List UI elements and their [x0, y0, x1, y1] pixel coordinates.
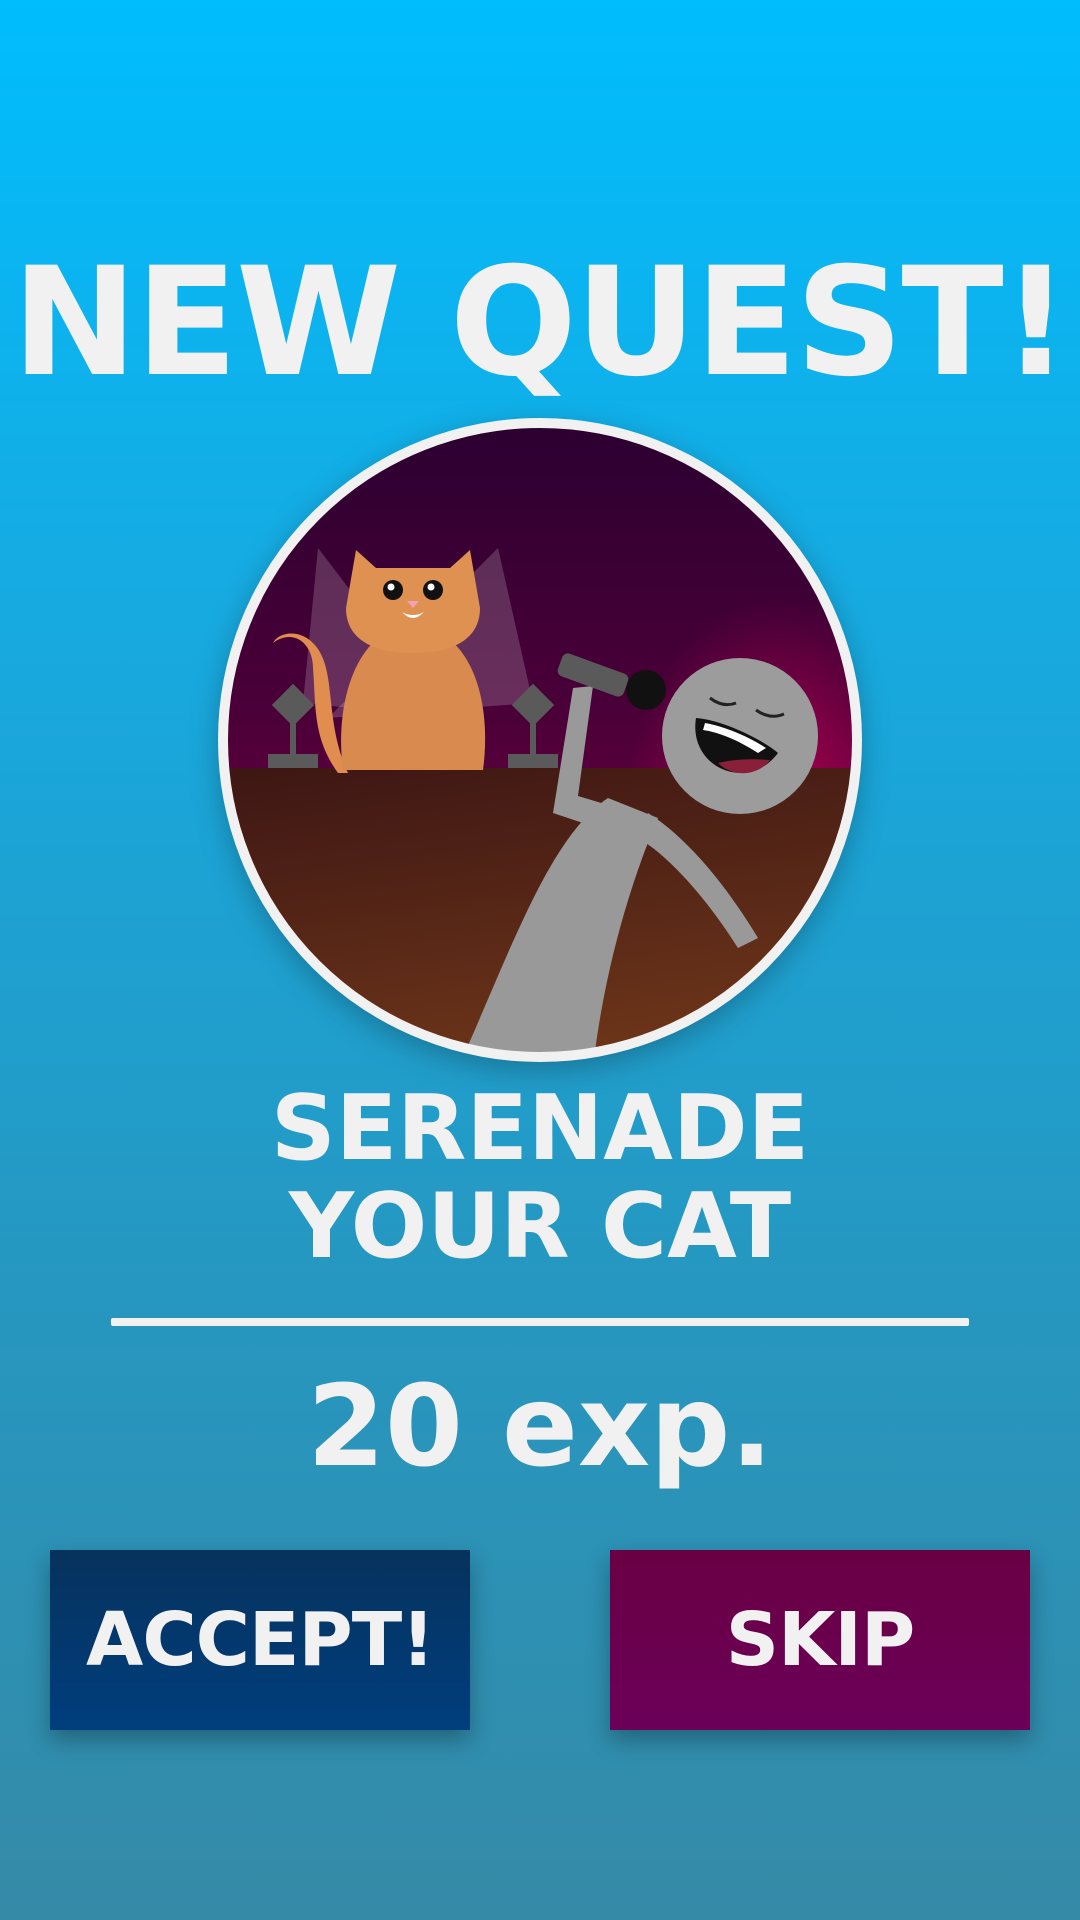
divider — [111, 1318, 969, 1326]
skip-button[interactable]: SKIP — [610, 1550, 1030, 1730]
cat-body — [341, 638, 486, 770]
quest-illustration — [218, 418, 862, 1062]
quest-name-line1: SERENADE — [270, 1076, 810, 1181]
quest-name-line2: YOUR CAT — [288, 1174, 792, 1279]
quest-name: SERENADE YOUR CAT — [0, 1080, 1080, 1276]
accept-button[interactable]: ACCEPT! — [50, 1550, 470, 1730]
quest-reward: 20 exp. — [307, 1362, 773, 1492]
page-title: NEW QUEST! — [11, 236, 1070, 410]
